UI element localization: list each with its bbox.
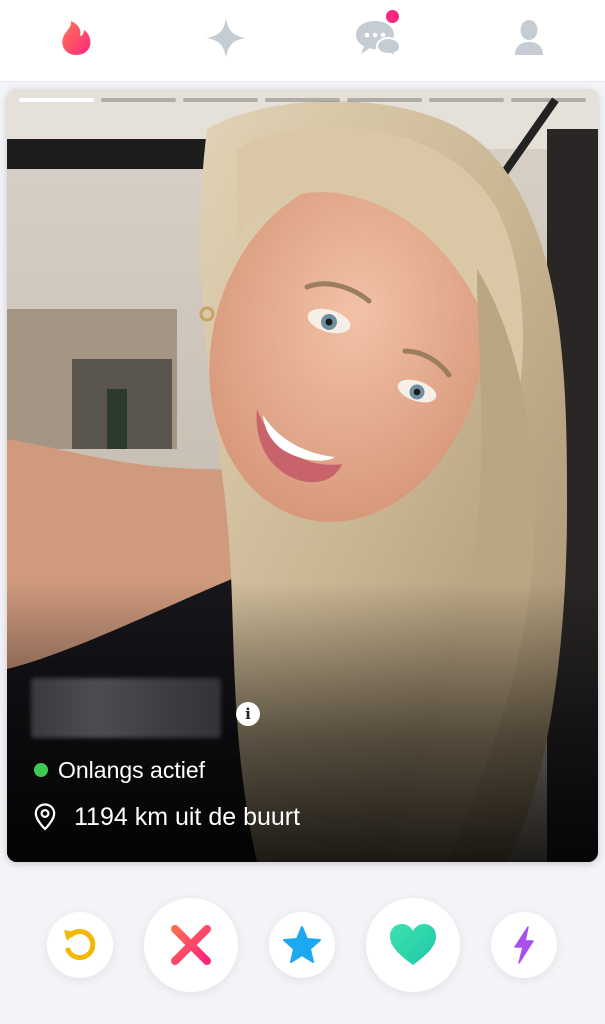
redacted-name-age [31,678,221,738]
distance-info: 1194 km uit de buurt [34,800,300,834]
photo-progress-segment[interactable] [265,98,340,102]
top-nav [0,0,605,82]
photo-progress-indicator [19,98,586,103]
location-pin-icon [34,803,56,831]
photo-progress-segment[interactable] [101,98,176,102]
lightning-icon [514,926,534,964]
chat-bubbles-icon [356,21,402,58]
star-icon [283,926,321,963]
person-icon [515,20,543,55]
photo-progress-segment[interactable] [19,98,94,102]
nav-messages-button[interactable] [346,6,410,70]
activity-status-label: Onlangs actief [58,756,206,783]
heart-icon [390,924,436,965]
rewind-icon [64,929,96,961]
nope-button[interactable] [144,898,238,992]
flame-icon [62,21,91,55]
like-button[interactable] [366,898,460,992]
photo-progress-segment[interactable] [429,98,504,102]
distance-label: 1194 km uit de buurt [74,802,301,831]
profile-card[interactable]: i Onlangs actief 1194 km uit de buurt [7,89,598,862]
nav-profile-button[interactable] [497,6,561,70]
notification-dot [386,10,399,23]
rewind-button[interactable] [47,912,113,978]
x-icon [171,925,211,965]
photo-progress-segment[interactable] [183,98,258,102]
activity-status: Onlangs actief [34,755,205,785]
nav-swipe-button[interactable] [44,6,108,70]
nav-explore-button[interactable] [194,6,258,70]
photo-progress-segment[interactable] [347,98,422,102]
photo-progress-segment[interactable] [511,98,586,102]
boost-button[interactable] [491,912,557,978]
online-dot-icon [34,763,48,777]
super-like-button[interactable] [269,912,335,978]
sparkle-icon [206,18,246,58]
info-button[interactable]: i [236,702,260,726]
info-icon: i [245,704,251,723]
